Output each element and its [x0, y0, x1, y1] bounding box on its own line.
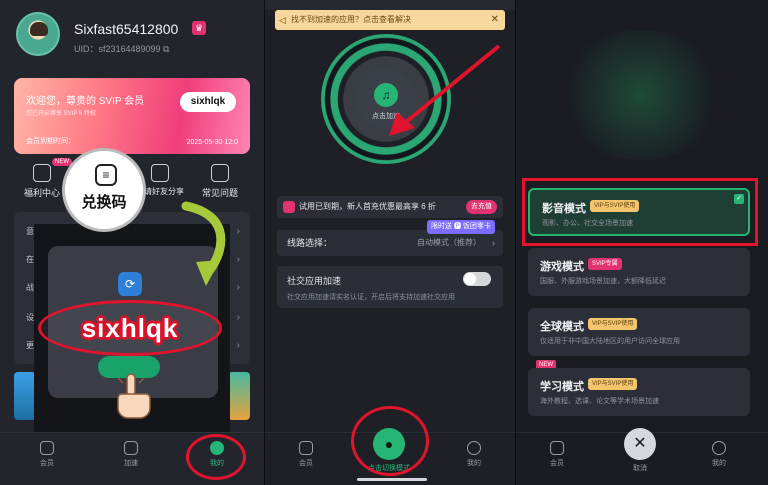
tab-label: 会员 [550, 460, 564, 467]
member-icon [550, 441, 564, 455]
mode-desc: 海外教程、选课、论文等学术场景加速 [540, 398, 659, 405]
pointing-hand-icon [117, 373, 151, 419]
code-pill: sixhlqk [180, 92, 236, 112]
tab-mine[interactable]: 我的 [694, 441, 744, 468]
recharge-button[interactable]: 去充值 [466, 200, 497, 214]
expire-date: 2025-05-30 12:0 [186, 139, 238, 146]
smile-icon [467, 441, 481, 455]
mode-desc: 国服、外服游戏场景加速，大额降低延迟 [540, 278, 666, 285]
mode-title: 游戏模式 [540, 261, 584, 273]
mode-card-game[interactable]: 游戏模式 SVIP专属 国服、外服游戏场景加速，大额降低延迟 [528, 248, 750, 296]
mode-select-panel: 影音模式 VIP与SVIP使用 观影、办公、社交全场景加速 ✓ 游戏模式 SVI… [516, 0, 768, 485]
highlight-frame [522, 178, 758, 246]
code-highlight: sixhlqk [38, 300, 222, 356]
tab-label: 会员 [40, 460, 54, 467]
tab-label: 我的 [712, 460, 726, 467]
mode-card-study[interactable]: 学习模式 VIP与SVIP使用 海外教程、选课、论文等学术场景加速 [528, 368, 750, 416]
chevron-right-icon: › [236, 340, 240, 351]
mode-desc: 仅适用于非中国大陆地区的用户访问全球应用 [540, 338, 680, 345]
social-title: 社交应用加速 [287, 276, 342, 286]
chevron-right-icon: › [236, 282, 240, 293]
game-thumbnail[interactable] [228, 372, 250, 420]
highlight-ring [186, 434, 246, 480]
tab-label: 会员 [299, 460, 313, 467]
mode-tag: VIP与SVIP使用 [588, 318, 638, 330]
tab-member[interactable]: 会员 [532, 441, 582, 468]
list-item-label: 战 [26, 283, 34, 292]
username: Sixfast65412800 [74, 21, 179, 37]
chevron-right-icon: › [236, 226, 240, 237]
menu-label: 常见问题 [201, 188, 238, 198]
profile-panel: Sixfast65412800 ♛ UID：sf23164489099 ⧉ 欢迎… [0, 0, 264, 485]
notice-bar[interactable]: ◁ 找不到加速的应用？点击查看解决 ✕ [275, 10, 505, 30]
redeem-label: 兑换码 [81, 194, 127, 211]
avatar[interactable] [16, 12, 60, 56]
uid-text[interactable]: UID：sf23164489099 ⧉ [74, 42, 170, 55]
tab-accelerate[interactable]: 加速 [106, 441, 156, 468]
highlight-ring [351, 406, 429, 476]
mode-title: 学习模式 [540, 381, 584, 393]
vip-badge-icon: ♛ [192, 21, 206, 35]
smile-icon [712, 441, 726, 455]
rocket-icon [124, 441, 138, 455]
cancel-label: 取消 [633, 465, 647, 472]
share-icon [151, 164, 169, 182]
promo-text: 试用已到期，新人首充优惠最高享 6 折 [299, 202, 436, 211]
social-accelerate-card: 社交应用加速 社交应用加速请实名认证，开启后将支持加速社交应用 [277, 266, 503, 308]
question-icon [211, 164, 229, 182]
gift-icon [283, 201, 295, 213]
gift-icon [33, 164, 51, 182]
promo-bar[interactable]: 试用已到期，新人首充优惠最高享 6 折 去充值 [277, 196, 503, 218]
red-arrow-icon [389, 44, 501, 136]
close-icon[interactable]: ✕ [491, 10, 499, 30]
list-item-label: 更 [26, 341, 34, 350]
limited-offer-tag[interactable]: 限时送 🅿 饭团零卡 [427, 220, 495, 234]
curved-arrow-icon [181, 201, 226, 286]
svip-title: 欢迎您，尊贵的 SVIP 会员 [26, 96, 145, 107]
home-indicator [357, 478, 427, 481]
mode-card-global[interactable]: 全球模式 VIP与SVIP使用 仅适用于非中国大陆地区的用户访问全球应用 [528, 308, 750, 356]
mode-title: 全球模式 [540, 321, 584, 333]
background-glow [556, 30, 726, 160]
svip-subtitle: 您已开启尊享 SVIP 6 特权 [26, 111, 96, 117]
accelerate-panel: ◁ 找不到加速的应用？点击查看解决 ✕ ♫ 点击加速 试用已到期，新人首充优惠最… [265, 0, 515, 485]
mode-tag: VIP与SVIP使用 [588, 378, 638, 390]
chevron-right-icon: › [236, 312, 240, 323]
svip-card[interactable]: 欢迎您，尊贵的 SVIP 会员 您已开启尊享 SVIP 6 特权 sixhlqk… [14, 78, 250, 154]
redeem-zoom-circle[interactable]: ≡ 兑换码 [62, 148, 146, 232]
list-item-label: 设 [26, 313, 34, 322]
tab-label: 加速 [124, 460, 138, 467]
tab-member[interactable]: 会员 [281, 441, 331, 468]
mode-tag: SVIP专属 [588, 258, 622, 270]
social-toggle[interactable] [463, 272, 491, 286]
expire-label: 会员到期时间： [26, 138, 75, 145]
tab-member[interactable]: 会员 [22, 441, 72, 468]
game-thumbnail[interactable] [14, 372, 36, 420]
list-item-label: 在 [26, 255, 34, 264]
member-icon [299, 441, 313, 455]
menu-label: 福利中心 [23, 188, 60, 198]
redeem-code-text: sixhlqk [81, 313, 179, 343]
tutorial-screenshot: Sixfast65412800 ♛ UID：sf23164489099 ⧉ 欢迎… [0, 0, 768, 485]
member-icon [40, 441, 54, 455]
tab-label: 我的 [467, 460, 481, 467]
redeem-icon: ≡ [95, 164, 117, 186]
speaker-icon: ◁ [279, 15, 286, 25]
route-label: 线路选择： [287, 238, 333, 248]
list-item-label: 意 [26, 227, 34, 236]
top-bar [265, 0, 515, 10]
chevron-right-icon: › [236, 254, 240, 265]
social-subtitle: 社交应用加速请实名认证，开启后将支持加速社交应用 [287, 294, 455, 301]
menu-faq[interactable]: 常见问题 [192, 164, 248, 199]
redeem-app-icon: ⟳ [118, 272, 142, 296]
tab-mine[interactable]: 我的 [449, 441, 499, 468]
notice-text: 找不到加速的应用？点击查看解决 [291, 15, 411, 24]
cancel-button[interactable]: ✕ [624, 428, 656, 460]
